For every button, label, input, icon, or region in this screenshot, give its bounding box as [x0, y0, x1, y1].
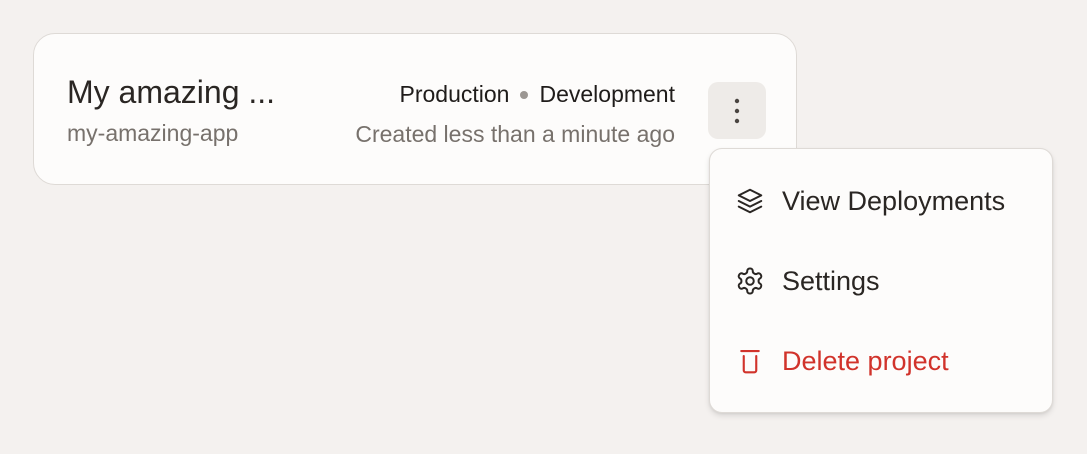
more-options-button[interactable]: [708, 82, 766, 139]
created-timestamp: Created less than a minute ago: [355, 121, 675, 147]
environment-development: Development: [539, 81, 675, 107]
gear-icon: [734, 265, 766, 297]
vertical-ellipsis-icon: [734, 98, 740, 123]
menu-item-settings[interactable]: Settings: [710, 251, 1052, 311]
menu-item-label: Settings: [782, 265, 880, 296]
project-slug: my-amazing-app: [67, 120, 239, 146]
menu-item-delete-project[interactable]: Delete project: [710, 331, 1052, 391]
trash-icon: [734, 345, 766, 377]
environment-production: Production: [399, 81, 510, 107]
layers-icon: [734, 185, 766, 217]
menu-item-label: View Deployments: [782, 185, 1006, 216]
environment-list: Production Development: [400, 81, 676, 108]
menu-item-label: Delete project: [782, 345, 949, 376]
separator-dot: [520, 90, 529, 99]
project-options-menu: View Deployments Settings Delete project: [709, 148, 1053, 413]
menu-item-view-deployments[interactable]: View Deployments: [710, 171, 1052, 231]
project-card[interactable]: My amazing ... my-amazing-app Production…: [33, 33, 797, 185]
project-title: My amazing ...: [67, 74, 276, 110]
